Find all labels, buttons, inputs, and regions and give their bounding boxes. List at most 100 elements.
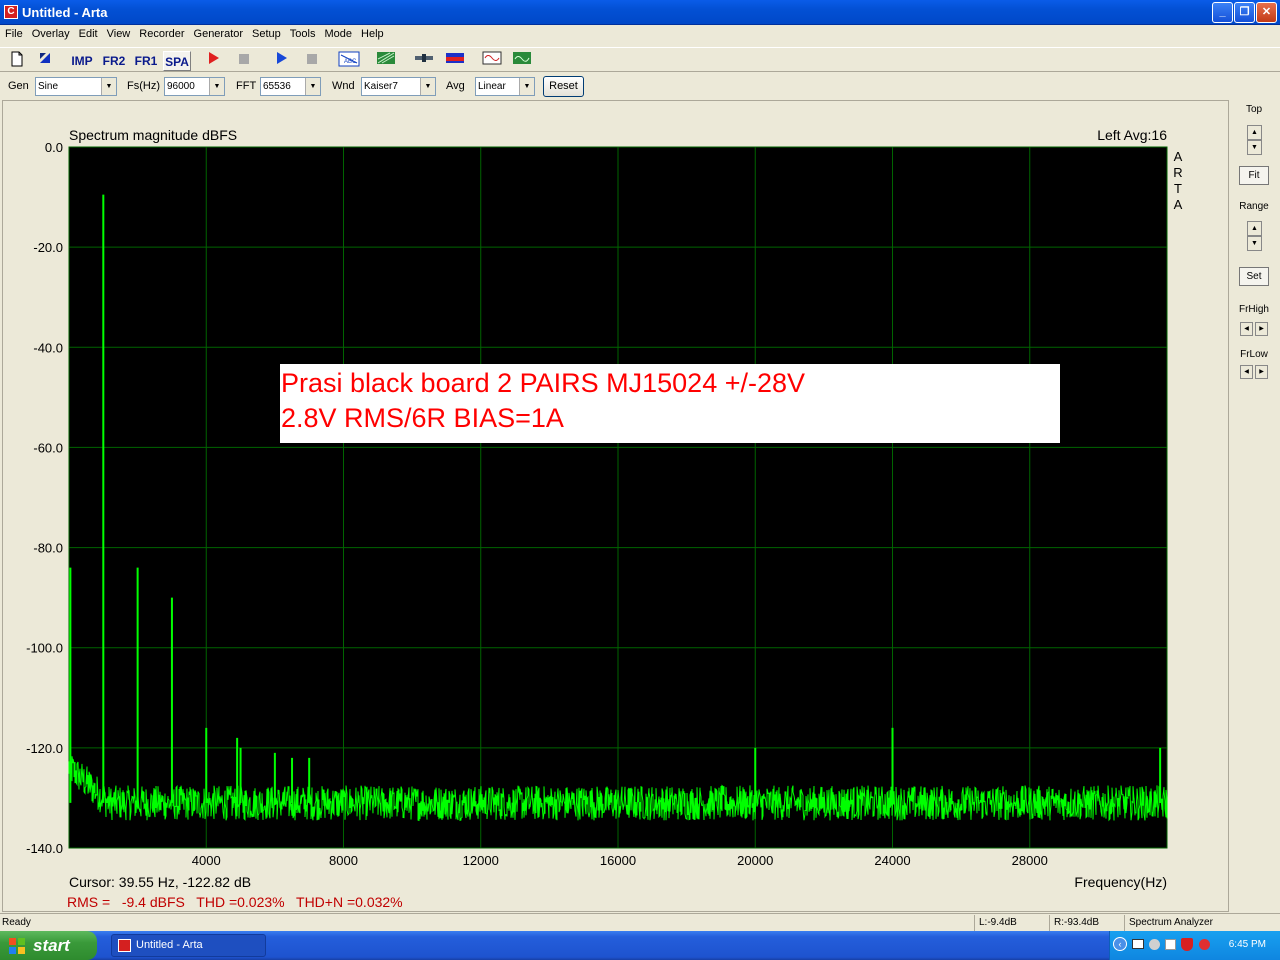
taskbar: start Untitled - Arta ‹ 6:45 PM bbox=[0, 931, 1280, 960]
spectrum-chart[interactable]: 0.0 -20.0 -40.0 -60.0 -80.0 -100.0 -120.0 -140.… bbox=[3, 101, 1230, 913]
range-up-icon[interactable]: ▲ bbox=[1247, 221, 1262, 236]
menu-generator[interactable]: Generator bbox=[189, 25, 248, 40]
minimize-button[interactable]: _ bbox=[1212, 2, 1233, 23]
frhigh-left-icon[interactable]: ◀ bbox=[1240, 322, 1253, 336]
brand-letter: T bbox=[1174, 181, 1182, 196]
frhigh-right-icon[interactable]: ▶ bbox=[1255, 322, 1268, 336]
abc-calibration-icon[interactable]: ABC bbox=[337, 51, 361, 71]
menu-edit[interactable]: Edit bbox=[74, 25, 102, 40]
menu-overlay[interactable]: Overlay bbox=[27, 25, 74, 40]
wnd-select[interactable]: Kaiser7 ▼ bbox=[361, 77, 436, 96]
x-tick-label: 4000 bbox=[192, 853, 221, 868]
control-bar: Gen Sine ▼ Fs(Hz) 96000 ▼ FFT 65536 ▼ Wnd K… bbox=[0, 73, 1280, 99]
generator-stop-icon[interactable] bbox=[303, 51, 321, 71]
clock: 6:45 PM bbox=[1228, 939, 1266, 950]
frlow-right-icon[interactable]: ▶ bbox=[1255, 365, 1268, 379]
security-shield-icon[interactable] bbox=[1181, 938, 1193, 951]
menu-help[interactable]: Help bbox=[356, 25, 388, 40]
menu-mode[interactable]: Mode bbox=[319, 25, 356, 40]
oscilloscope-icon[interactable] bbox=[481, 51, 503, 71]
taskbar-item-arta[interactable]: Untitled - Arta bbox=[111, 934, 266, 957]
fs-select[interactable]: 96000 ▼ bbox=[164, 77, 225, 96]
wnd-value: Kaiser7 bbox=[364, 81, 398, 92]
start-button[interactable]: start bbox=[0, 931, 97, 960]
y-tick-label: -80.0 bbox=[33, 541, 63, 556]
levels-icon[interactable] bbox=[375, 51, 397, 71]
top-up-icon[interactable]: ▲ bbox=[1247, 125, 1262, 140]
brand-letter: A bbox=[1174, 197, 1183, 212]
menu-recorder[interactable]: Recorder bbox=[134, 25, 188, 40]
plot-panel: 0.0 -20.0 -40.0 -60.0 -80.0 -100.0 -120.0 -140.… bbox=[2, 100, 1229, 912]
menu-view[interactable]: View bbox=[102, 25, 135, 40]
frlow-left-icon[interactable]: ◀ bbox=[1240, 365, 1253, 379]
frhigh-label: FrHigh bbox=[1238, 304, 1269, 315]
signal-icon[interactable] bbox=[511, 51, 533, 71]
update-icon[interactable] bbox=[1165, 939, 1176, 950]
status-right-level: R:-93.4dB bbox=[1049, 915, 1123, 931]
start-label: start bbox=[33, 936, 70, 955]
fft-select[interactable]: 65536 ▼ bbox=[260, 77, 321, 96]
channel-info: Left Avg:16 bbox=[1097, 127, 1167, 143]
new-file-icon[interactable] bbox=[8, 51, 26, 71]
status-mode: Spectrum Analyzer bbox=[1124, 915, 1264, 931]
record-stop-icon[interactable] bbox=[235, 51, 253, 71]
avg-value: Linear bbox=[478, 81, 506, 92]
abc-label: ABC bbox=[344, 59, 357, 65]
cursor-readout: Cursor: 39.55 Hz, -122.82 dB bbox=[69, 874, 251, 890]
x-tick-label: 24000 bbox=[874, 853, 910, 868]
set-button[interactable]: Set bbox=[1239, 267, 1269, 286]
fr2-button[interactable]: FR2 bbox=[100, 51, 128, 71]
fs-value: 96000 bbox=[167, 81, 195, 92]
status-bar: Ready L:-9.4dB R:-93.4dB Spectrum Analyz… bbox=[0, 913, 1280, 931]
spectrum-bars-icon[interactable] bbox=[444, 51, 466, 71]
avg-select[interactable]: Linear ▼ bbox=[475, 77, 535, 96]
app-icon: C bbox=[4, 5, 18, 19]
right-panel: Top ▲ ▼ Fit Range ▲ ▼ Set FrHigh ◀ ▶ FrL… bbox=[1230, 100, 1280, 912]
y-tick-label: 0.0 bbox=[45, 140, 63, 155]
y-axis-labels: 0.0 -20.0 -40.0 -60.0 -80.0 -100.0 -120.0 -140.… bbox=[26, 140, 63, 856]
status-ready: Ready bbox=[2, 917, 31, 928]
network-icon[interactable] bbox=[1132, 939, 1144, 949]
range-label: Range bbox=[1239, 201, 1269, 212]
x-tick-label: 28000 bbox=[1012, 853, 1048, 868]
annotation-line-1: Prasi black board 2 PAIRS MJ15024 +/-28V bbox=[281, 368, 805, 398]
fft-value: 65536 bbox=[263, 81, 291, 92]
meter-icon[interactable] bbox=[413, 51, 435, 71]
windows-logo-icon bbox=[9, 938, 25, 954]
x-axis-label: Frequency(Hz) bbox=[1074, 874, 1167, 890]
chevron-down-icon: ▼ bbox=[305, 78, 320, 95]
measurement-readout: RMS = -9.4 dBFS THD =0.023% THD+N =0.032… bbox=[67, 894, 403, 910]
avg-label: Avg bbox=[446, 80, 465, 92]
frlow-label: FrLow bbox=[1240, 349, 1268, 360]
reset-button[interactable]: Reset bbox=[543, 76, 584, 97]
menu-setup[interactable]: Setup bbox=[247, 25, 285, 40]
menu-file[interactable]: File bbox=[0, 25, 27, 40]
menu-tools[interactable]: Tools bbox=[285, 25, 320, 40]
top-down-icon[interactable]: ▼ bbox=[1247, 140, 1262, 155]
annotation-line-2: 2.8V RMS/6R BIAS=1A bbox=[281, 403, 564, 433]
range-down-icon[interactable]: ▼ bbox=[1247, 236, 1262, 251]
system-tray: ‹ 6:45 PM bbox=[1109, 931, 1280, 960]
y-tick-label: -120.0 bbox=[26, 741, 63, 756]
x-tick-label: 12000 bbox=[463, 853, 499, 868]
y-tick-label: -20.0 bbox=[33, 240, 63, 255]
chevron-down-icon: ▼ bbox=[420, 78, 435, 95]
maximize-button[interactable]: ❐ bbox=[1234, 2, 1255, 23]
gen-select[interactable]: Sine ▼ bbox=[35, 77, 117, 96]
tray-expand-icon[interactable]: ‹ bbox=[1113, 937, 1127, 951]
record-play-icon[interactable] bbox=[205, 51, 223, 71]
chevron-down-icon: ▼ bbox=[519, 78, 534, 95]
spa-button[interactable]: SPA bbox=[163, 51, 191, 71]
fr1-button[interactable]: FR1 bbox=[132, 51, 160, 71]
open-file-icon[interactable] bbox=[36, 51, 54, 71]
y-tick-label: -100.0 bbox=[26, 641, 63, 656]
x-tick-label: 20000 bbox=[737, 853, 773, 868]
generator-play-icon[interactable] bbox=[273, 51, 291, 71]
fit-button[interactable]: Fit bbox=[1239, 166, 1269, 185]
volume-icon[interactable] bbox=[1149, 939, 1160, 950]
close-button[interactable]: ✕ bbox=[1256, 2, 1277, 23]
alert-icon[interactable] bbox=[1199, 939, 1210, 950]
imp-button[interactable]: IMP bbox=[68, 51, 96, 71]
plot-title: Spectrum magnitude dBFS bbox=[69, 127, 237, 143]
x-tick-label: 16000 bbox=[600, 853, 636, 868]
